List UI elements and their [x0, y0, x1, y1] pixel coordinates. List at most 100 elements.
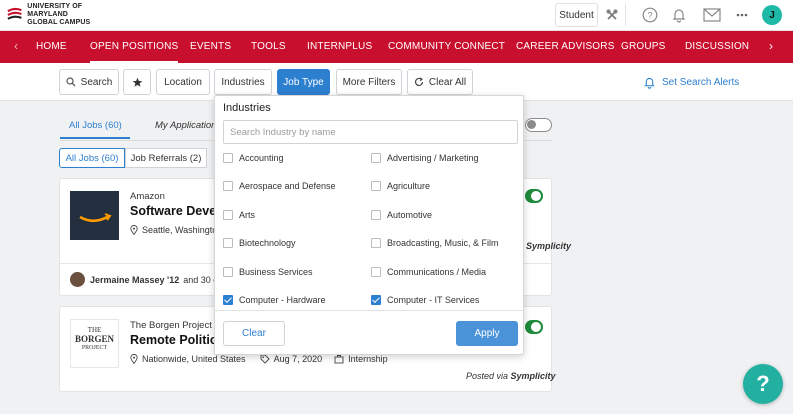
industries-filter-button[interactable]: Industries — [214, 69, 272, 95]
nav-internplus[interactable]: INTERNPLUS — [307, 31, 372, 63]
refresh-icon — [414, 77, 423, 86]
star-icon — [132, 77, 142, 87]
role-switcher[interactable]: Student — [555, 3, 598, 27]
search-button-label: Search — [80, 76, 113, 88]
job-type: Internship — [348, 354, 388, 364]
bell-icon[interactable] — [668, 5, 690, 25]
location-filter-button[interactable]: Location — [156, 69, 210, 95]
tab-my-applications[interactable]: My Applications — [155, 120, 221, 131]
checkbox[interactable] — [223, 153, 233, 163]
set-search-alerts-link[interactable]: Set Search Alerts — [643, 73, 739, 91]
checkbox[interactable] — [371, 210, 381, 220]
clear-all-label: Clear All — [428, 76, 467, 88]
connection-name: Jermaine Massey '12 — [90, 275, 180, 285]
view-toggle[interactable] — [525, 118, 552, 132]
tab-all-jobs[interactable]: All Jobs (60) — [69, 120, 122, 131]
amazon-logo — [70, 191, 119, 240]
dropdown-divider — [215, 310, 523, 311]
industries-dropdown: Industries Accounting Advertising / Mark… — [214, 95, 524, 355]
job-meta: Nationwide, United States Aug 7, 2020 In… — [130, 354, 388, 364]
nav-prev-arrow-icon[interactable]: ‹ — [14, 31, 18, 63]
tag-icon — [260, 354, 270, 364]
nav-home[interactable]: HOME — [36, 31, 67, 63]
apply-button[interactable]: Apply — [456, 321, 518, 346]
help-circle-icon[interactable]: ? — [639, 5, 661, 25]
industry-option-automotive[interactable]: Automotive — [371, 208, 432, 222]
bookmark-toggle[interactable] — [525, 320, 543, 334]
top-header: UNIVERSITY OF MARYLAND GLOBAL CAMPUS Stu… — [0, 0, 793, 31]
industry-option-accounting[interactable]: Accounting — [223, 151, 284, 165]
checkbox[interactable] — [371, 153, 381, 163]
job-location: Nationwide, United States — [142, 354, 246, 364]
industry-option-communications[interactable]: Communications / Media — [371, 265, 486, 279]
search-icon — [66, 77, 76, 87]
segment-all-jobs[interactable]: All Jobs (60) — [59, 148, 125, 168]
logo-line1: UNIVERSITY OF MARYLAND — [27, 3, 83, 18]
checkbox-checked[interactable] — [223, 295, 233, 305]
logo-swoosh-icon — [7, 7, 22, 20]
industry-option-broadcasting[interactable]: Broadcasting, Music, & Film — [371, 236, 499, 250]
nav-next-arrow-icon[interactable]: › — [769, 31, 773, 63]
tools-icon[interactable] — [601, 5, 623, 25]
checkbox[interactable] — [371, 238, 381, 248]
industry-option-business-services[interactable]: Business Services — [223, 265, 313, 279]
briefcase-icon — [334, 355, 344, 364]
favorites-button[interactable] — [123, 69, 151, 95]
bookmark-toggle[interactable] — [525, 189, 543, 203]
industry-option-agriculture[interactable]: Agriculture — [371, 179, 430, 193]
active-tab-indicator — [60, 137, 130, 139]
job-location: Seattle, Washington — [130, 225, 222, 235]
set-search-alerts-label: Set Search Alerts — [662, 76, 740, 88]
header-divider — [625, 4, 626, 26]
alert-bell-icon — [644, 77, 655, 89]
more-dots-icon[interactable] — [731, 5, 753, 25]
industry-option-biotechnology[interactable]: Biotechnology — [223, 236, 296, 250]
search-button[interactable]: Search — [59, 69, 119, 95]
industry-option-aerospace[interactable]: Aerospace and Defense — [223, 179, 336, 193]
nav-tools[interactable]: TOOLS — [251, 31, 286, 63]
location-pin-icon — [130, 225, 138, 235]
job-title[interactable]: Remote Political — [130, 333, 227, 347]
segment-job-referrals[interactable]: Job Referrals (2) — [125, 148, 207, 168]
mail-icon[interactable] — [700, 5, 724, 25]
checkbox[interactable] — [223, 267, 233, 277]
amazon-smile-icon — [79, 213, 112, 223]
company-name: Amazon — [130, 191, 165, 202]
logo-line2: GLOBAL CAMPUS — [27, 19, 91, 26]
svg-text:?: ? — [647, 11, 652, 21]
job-type-filter-button[interactable]: Job Type — [277, 69, 330, 95]
connection-avatar — [70, 272, 85, 287]
nav-events[interactable]: EVENTS — [190, 31, 231, 63]
nav-open-positions[interactable]: OPEN POSITIONS — [90, 31, 179, 63]
industry-option-computer-hardware[interactable]: Computer - Hardware — [223, 293, 326, 307]
job-date: Aug 7, 2020 — [273, 354, 323, 364]
posted-via: Symplicity — [526, 241, 572, 251]
industry-search-input[interactable] — [223, 120, 518, 144]
checkbox[interactable] — [223, 238, 233, 248]
more-filters-button[interactable]: More Filters — [336, 69, 402, 95]
user-avatar[interactable]: J — [762, 5, 782, 25]
clear-all-button[interactable]: Clear All — [407, 69, 473, 95]
industry-option-computer-it-services[interactable]: Computer - IT Services — [371, 293, 479, 307]
clear-button[interactable]: Clear — [223, 321, 285, 346]
nav-groups[interactable]: GROUPS — [621, 31, 666, 63]
company-name: The Borgen Project — [130, 320, 212, 331]
main-nav: ‹ HOME OPEN POSITIONS EVENTS TOOLS INTER… — [0, 31, 793, 63]
borgen-project-logo: THE BORGEN PROJECT — [70, 319, 119, 368]
connections-text[interactable]: Jermaine Massey '12 and 30 othe — [90, 275, 231, 285]
dropdown-title: Industries — [223, 102, 271, 114]
checkbox-checked[interactable] — [371, 295, 381, 305]
checkbox[interactable] — [223, 210, 233, 220]
checkbox[interactable] — [223, 181, 233, 191]
industry-option-arts[interactable]: Arts — [223, 208, 255, 222]
checkbox[interactable] — [371, 181, 381, 191]
industry-option-advertising[interactable]: Advertising / Marketing — [371, 151, 479, 165]
location-pin-icon — [130, 354, 138, 364]
checkbox[interactable] — [371, 267, 381, 277]
umgc-logo[interactable]: UNIVERSITY OF MARYLAND GLOBAL CAMPUS — [6, 3, 121, 26]
nav-discussion[interactable]: DISCUSSION — [685, 31, 749, 63]
posted-via: Posted via Symplicity — [466, 371, 556, 381]
nav-community-connect[interactable]: COMMUNITY CONNECT — [388, 31, 505, 63]
nav-career-advisors[interactable]: CAREER ADVISORS — [516, 31, 615, 63]
help-chat-button[interactable]: ? — [743, 364, 783, 404]
